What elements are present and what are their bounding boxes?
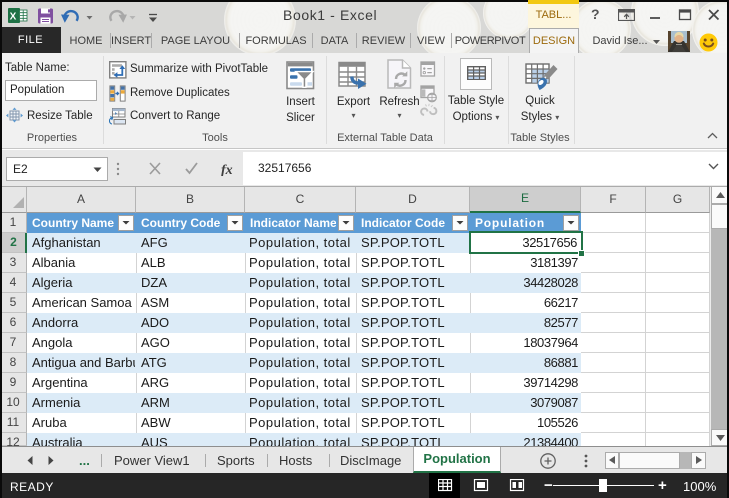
svg-text:fx: fx (221, 163, 233, 176)
svg-text:X: X (10, 12, 17, 23)
